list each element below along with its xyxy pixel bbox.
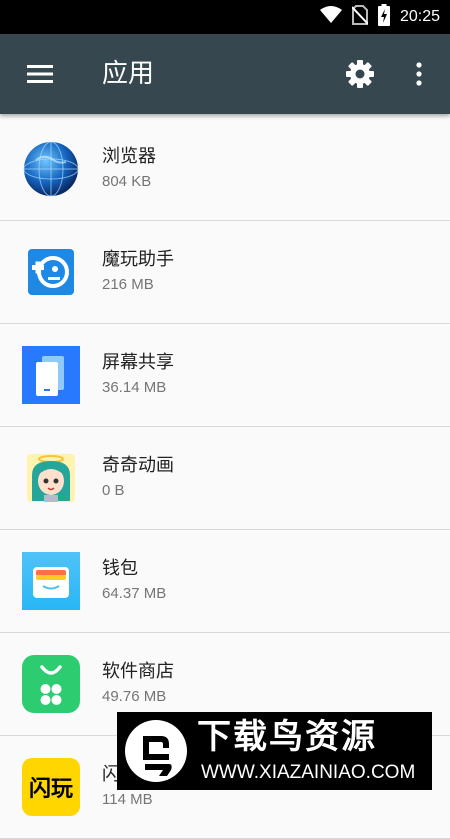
app-size: 216 MB — [102, 276, 154, 293]
app-name: 钱包 — [102, 558, 138, 579]
status-time: 20:25 — [399, 8, 440, 25]
app-name: 屏幕共享 — [102, 352, 174, 373]
app-list-item[interactable]: 屏幕共享 36.14 MB — [0, 324, 450, 427]
app-list-item[interactable]: 奇奇动画 0 B — [0, 427, 450, 530]
bird-logo-icon — [123, 718, 189, 784]
app-size: 0 B — [102, 482, 125, 499]
app-size: 36.14 MB — [102, 379, 167, 396]
status-bar: 20:25 — [0, 0, 450, 34]
gear-icon[interactable] — [340, 56, 380, 92]
app-toolbar: 应用 — [0, 34, 450, 114]
shanwan-icon: 闪玩 — [22, 758, 80, 816]
wallet-icon — [22, 552, 80, 610]
app-name: 浏览器 — [102, 146, 156, 167]
more-vert-icon[interactable] — [404, 56, 434, 92]
browser-globe-icon — [22, 140, 80, 198]
app-list-item[interactable]: 魔玩助手 216 MB — [0, 221, 450, 324]
watermark-banner: 下载鸟资源 WWW.XIAZAINIAO.COM — [117, 712, 432, 790]
watermark-title: 下载鸟资源 — [197, 717, 377, 757]
screen-share-icon — [22, 346, 80, 404]
app-store-icon — [22, 655, 80, 713]
mowan-assistant-icon — [22, 243, 80, 301]
qiqi-anime-icon — [22, 449, 80, 507]
battery-charging-icon — [377, 4, 390, 30]
watermark-url: WWW.XIAZAINIAO.COM — [201, 762, 416, 783]
app-list-item[interactable]: 钱包 64.37 MB — [0, 530, 450, 633]
wifi-icon — [319, 6, 342, 28]
hamburger-menu-icon[interactable] — [20, 58, 60, 90]
no-sim-icon — [351, 5, 369, 29]
app-size: 49.76 MB — [102, 688, 167, 705]
app-list-item[interactable]: 浏览器 804 KB — [0, 118, 450, 221]
page-title: 应用 — [102, 59, 155, 89]
app-name: 奇奇动画 — [102, 455, 174, 476]
app-size: 114 MB — [102, 791, 153, 808]
app-size: 804 KB — [102, 173, 152, 190]
shanwan-icon-text: 闪玩 — [29, 777, 73, 802]
app-name: 软件商店 — [102, 661, 174, 682]
app-size: 64.37 MB — [102, 585, 167, 602]
app-name: 魔玩助手 — [102, 249, 174, 270]
